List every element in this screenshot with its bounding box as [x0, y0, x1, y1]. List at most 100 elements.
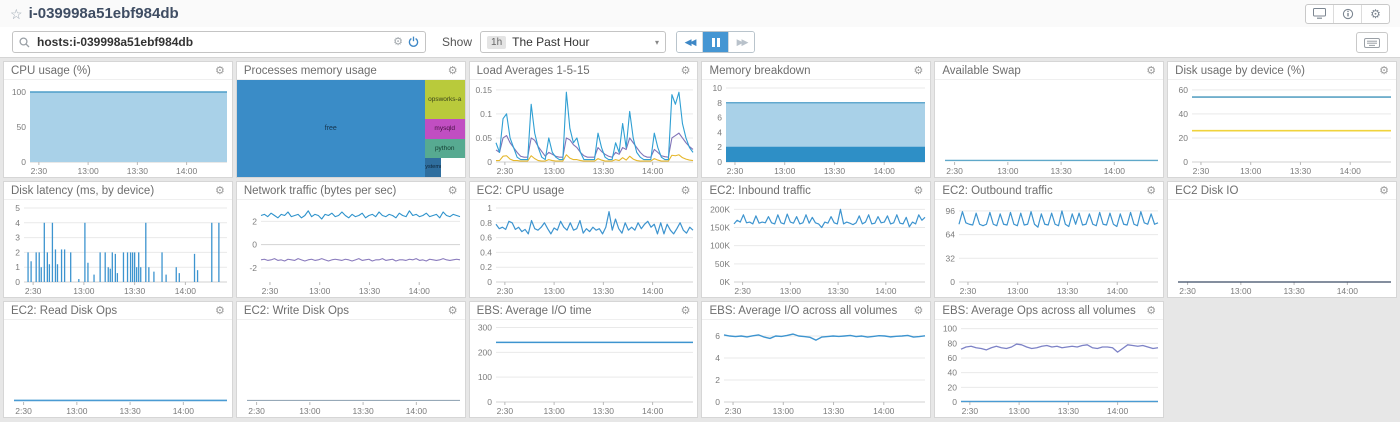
- panel-title: CPU usage (%): [11, 65, 91, 77]
- chart-area[interactable]: 0 50 100 2:30 13:00 13:30 14:00: [4, 80, 232, 177]
- svg-text:2: 2: [718, 142, 723, 152]
- treemap-block[interactable]: free: [236, 80, 425, 177]
- svg-text:6: 6: [718, 113, 723, 123]
- chart-area[interactable]: 2:30 13:00 13:30 14:00: [4, 320, 232, 417]
- page-title: i-039998a51ebf984db: [28, 5, 179, 22]
- gear-icon[interactable]: ⚙: [448, 65, 458, 77]
- header-button-group: ⚙: [1305, 3, 1390, 24]
- panel-title: EBS: Average I/O across all volumes: [709, 305, 898, 317]
- svg-text:14:00: 14:00: [1340, 166, 1362, 176]
- chart-area[interactable]: 0 0.05 0.1 0.15 2:30 13:00 13:30 14:00: [470, 80, 698, 177]
- svg-text:13:00: 13:00: [73, 286, 95, 296]
- gear-icon[interactable]: ⚙: [1379, 185, 1389, 197]
- svg-text:3: 3: [15, 233, 20, 243]
- svg-text:14:00: 14:00: [173, 406, 195, 416]
- gear-icon[interactable]: ⚙: [215, 185, 225, 197]
- gear-icon[interactable]: ⚙: [681, 185, 691, 197]
- gear-icon[interactable]: ⚙: [448, 185, 458, 197]
- gear-icon[interactable]: ⚙: [681, 305, 691, 317]
- gear-icon[interactable]: ⚙: [913, 185, 923, 197]
- keyboard-icon[interactable]: [1356, 32, 1388, 53]
- svg-text:0: 0: [21, 157, 26, 167]
- svg-text:13:00: 13:00: [780, 286, 802, 296]
- svg-text:2:30: 2:30: [248, 406, 265, 416]
- chart-area[interactable]: 0K 50K 100K 150K 200K 2:30 13:00 13:30 14:00: [702, 200, 930, 297]
- treemap-block[interactable]: [441, 158, 465, 177]
- panel-header: CPU usage (%) ⚙: [4, 62, 232, 80]
- treemap-block[interactable]: opsworks-a: [424, 80, 465, 119]
- gear-icon[interactable]: ⚙: [681, 65, 691, 77]
- svg-text:14:00: 14:00: [874, 166, 896, 176]
- svg-text:2:30: 2:30: [496, 166, 513, 176]
- treemap-block[interactable]: python: [424, 139, 465, 158]
- chart-area[interactable]: 0 2 4 6 8 10 2:30 13:00 13:30 14:00: [702, 80, 930, 177]
- panel-header: Network traffic (bytes per sec) ⚙: [236, 182, 465, 200]
- gear-icon[interactable]: ⚙: [1146, 185, 1156, 197]
- panel-header: EC2: CPU usage ⚙: [469, 182, 698, 200]
- gear-icon[interactable]: ⚙: [448, 305, 458, 317]
- panel-title: EBS: Average I/O time: [476, 305, 592, 317]
- svg-text:13:30: 13:30: [823, 406, 845, 416]
- svg-text:13:30: 13:30: [828, 286, 850, 296]
- chart-area[interactable]: 2:30 13:00 13:30 14:00: [935, 80, 1163, 177]
- chart-panel: EC2: CPU usage ⚙ 0 0.2 0.4 0.6 0.8 1 2:30 13:00…: [468, 181, 699, 298]
- monitor-icon[interactable]: [1306, 5, 1333, 23]
- chart-area[interactable]: 0 32 64 96 2:30 13:00 13:30 14:00: [935, 200, 1163, 297]
- search-settings-icon[interactable]: ⚙: [393, 36, 403, 48]
- panel-header: EC2: Inbound traffic ⚙: [702, 182, 931, 200]
- svg-text:0: 0: [718, 157, 723, 167]
- chart-area[interactable]: -2 0 2 2:30 13:00 13:30 14:00: [237, 200, 465, 297]
- chevron-down-icon: ▾: [655, 37, 660, 47]
- treemap-block[interactable]: mysqld: [424, 118, 465, 140]
- svg-text:13:00: 13:00: [1007, 286, 1029, 296]
- chart-panel: Processes memory usage ⚙ free opsworks-a m…: [235, 61, 466, 178]
- svg-text:14:00: 14:00: [874, 406, 896, 416]
- gear-icon[interactable]: ⚙: [913, 305, 923, 317]
- timeframe-select[interactable]: 1h The Past Hour ▾: [480, 31, 667, 53]
- svg-text:13:00: 13:00: [773, 406, 795, 416]
- chart-area[interactable]: 0 2 4 6 2:30 13:00 13:30 14:00: [702, 320, 930, 417]
- panel-title: EC2: CPU usage: [476, 185, 565, 197]
- svg-text:300: 300: [477, 322, 491, 332]
- panel-header: EC2: Outbound traffic ⚙: [935, 182, 1164, 200]
- chart-area[interactable]: 0 0.2 0.4 0.6 0.8 1 2:30 13:00 13:30 14:00: [470, 200, 698, 297]
- chart-area[interactable]: 0 100 200 300 2:30 13:00 13:30 14:00: [470, 320, 698, 417]
- svg-text:1: 1: [487, 203, 492, 213]
- chart-area[interactable]: free opsworks-a mysqld python systemd: [236, 80, 465, 177]
- svg-text:150K: 150K: [711, 223, 731, 233]
- favorite-star-icon[interactable]: ☆: [10, 7, 23, 21]
- forward-button[interactable]: ▶▶: [728, 32, 755, 52]
- svg-text:14:00: 14:00: [1107, 406, 1129, 416]
- svg-text:13:30: 13:30: [119, 406, 141, 416]
- gear-icon[interactable]: ⚙: [215, 65, 225, 77]
- svg-text:13:30: 13:30: [352, 406, 374, 416]
- svg-text:0: 0: [716, 397, 721, 407]
- chart-area[interactable]: 0 20 40 60 80 100 2:30 13:00 13:30 14:00: [935, 320, 1163, 417]
- search-input[interactable]: [35, 34, 389, 50]
- chart-area[interactable]: 0 20 40 60 2:30 13:00 13:30 14:00: [1168, 80, 1396, 177]
- svg-text:14:00: 14:00: [408, 286, 430, 296]
- gear-icon[interactable]: ⚙: [913, 65, 923, 77]
- gear-icon[interactable]: ⚙: [1146, 305, 1156, 317]
- chart-panel: EBS: Average Ops across all volumes ⚙ 02…: [934, 301, 1165, 418]
- power-refresh-icon[interactable]: [408, 36, 419, 48]
- gear-icon[interactable]: ⚙: [1146, 65, 1156, 77]
- svg-text:13:30: 13:30: [359, 286, 381, 296]
- chart-panel: EC2: Inbound traffic ⚙ 0K 50K 100K 150K 200K…: [701, 181, 932, 298]
- chart-panel: Memory breakdown ⚙ 0 2 4 6 8 10 2:30 13:00 13:30…: [701, 61, 932, 178]
- pause-button[interactable]: [702, 32, 729, 52]
- svg-text:0.6: 0.6: [480, 233, 492, 243]
- dashboard-grid: CPU usage (%) ⚙ 0 50 100 2:30 13:00 13:30 14:0…: [0, 58, 1400, 421]
- gear-icon[interactable]: ⚙: [1361, 4, 1389, 23]
- treemap-block[interactable]: systemd: [424, 157, 441, 177]
- panel-header: Disk latency (ms, by device) ⚙: [4, 182, 232, 200]
- svg-text:13:00: 13:00: [543, 166, 565, 176]
- gear-icon[interactable]: ⚙: [1379, 65, 1389, 77]
- panel-title: EC2: Inbound traffic: [709, 185, 811, 197]
- rewind-button[interactable]: ◀◀: [677, 32, 703, 52]
- gear-icon[interactable]: ⚙: [215, 305, 225, 317]
- chart-area[interactable]: 2:30 13:00 13:30 14:00: [237, 320, 465, 417]
- chart-area[interactable]: 2:30 13:00 13:30 14:00: [1168, 200, 1396, 297]
- info-icon[interactable]: [1333, 4, 1361, 23]
- chart-area[interactable]: 0 1 2 3 4 5 2:30 13:00 13:30 14:00: [4, 200, 232, 297]
